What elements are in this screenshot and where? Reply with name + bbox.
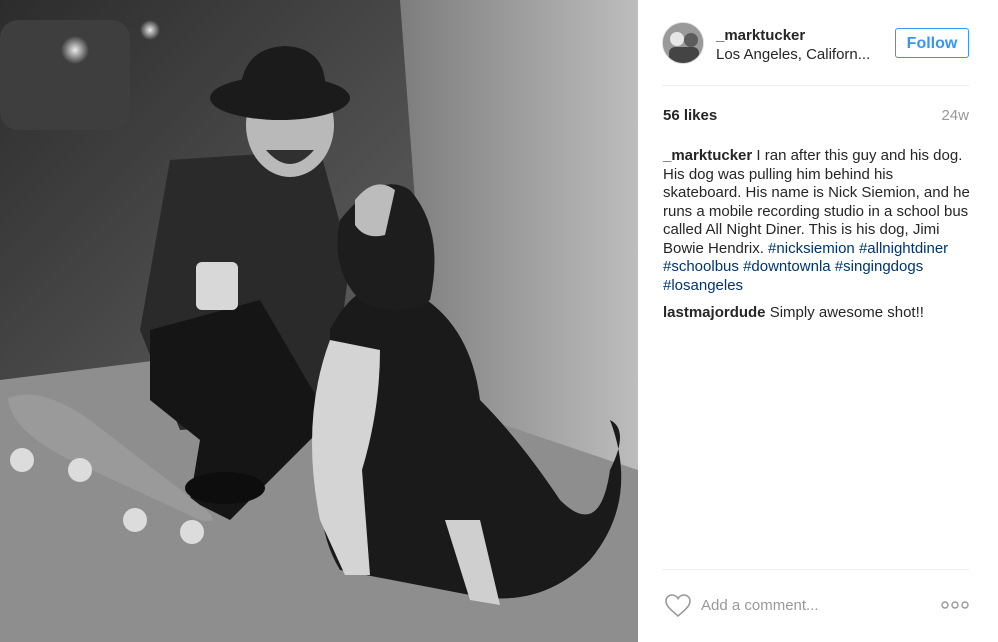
avatar[interactable] bbox=[662, 22, 704, 64]
comment-bar bbox=[662, 585, 969, 625]
author-location[interactable]: Los Angeles, Californ... bbox=[716, 46, 870, 63]
hashtag-link[interactable]: #losangeles bbox=[663, 277, 743, 294]
heart-icon[interactable] bbox=[665, 594, 691, 618]
hashtag-link[interactable]: #schoolbus bbox=[663, 258, 739, 275]
follow-button[interactable]: Follow bbox=[895, 28, 969, 58]
footer-divider bbox=[662, 569, 969, 570]
post-side-panel: _marktucker Los Angeles, Californ... Fol… bbox=[638, 0, 998, 642]
comment-username[interactable]: lastmajordude bbox=[663, 304, 766, 321]
more-options-icon[interactable] bbox=[941, 598, 969, 612]
comment-item: lastmajordude Simply awesome shot!! bbox=[663, 304, 973, 323]
header-divider bbox=[662, 85, 969, 86]
caption-username[interactable]: _marktucker bbox=[663, 147, 752, 164]
comments-list: _marktucker I ran after this guy and his… bbox=[663, 147, 973, 332]
hashtag-link[interactable]: #downtownla bbox=[743, 258, 831, 275]
author-username[interactable]: _marktucker bbox=[716, 27, 805, 44]
post-header: _marktucker Los Angeles, Californ... Fol… bbox=[662, 22, 969, 68]
comment-text: Simply awesome shot!! bbox=[765, 304, 924, 321]
post-time[interactable]: 24w bbox=[941, 107, 969, 124]
hashtag-link[interactable]: #singingdogs bbox=[835, 258, 923, 275]
hashtag-link[interactable]: #nicksiemion bbox=[768, 240, 855, 257]
add-comment-input[interactable] bbox=[701, 594, 921, 616]
caption: _marktucker I ran after this guy and his… bbox=[663, 147, 973, 295]
hashtag-link[interactable]: #allnightdiner bbox=[859, 240, 948, 257]
post-photo[interactable] bbox=[0, 0, 638, 642]
likes-count[interactable]: 56 likes bbox=[663, 107, 717, 124]
